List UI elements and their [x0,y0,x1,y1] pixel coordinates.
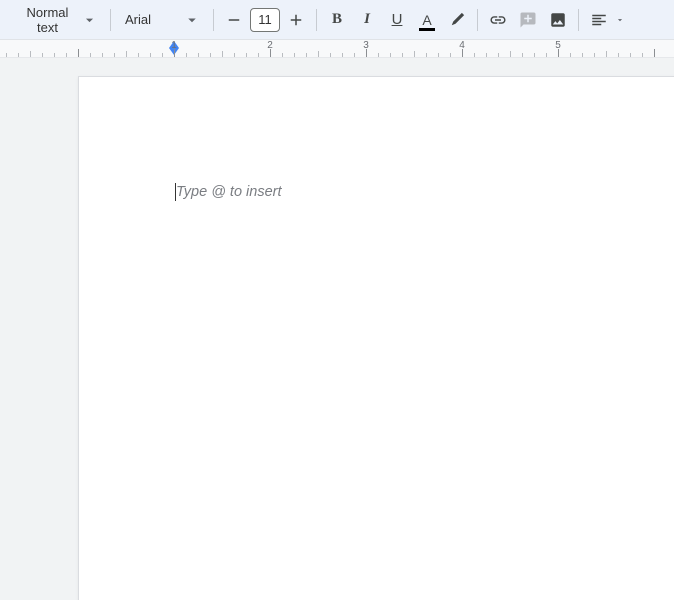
ruler-tick [294,53,295,57]
ruler-label: 4 [459,40,465,51]
font-family-dropdown[interactable]: Arial [117,6,207,34]
font-size-input[interactable] [250,8,280,32]
add-comment-button[interactable] [514,6,542,34]
document-workspace: Type @ to insert [0,58,674,600]
ruler-tick [438,53,439,57]
ruler-tick [510,51,511,57]
ruler-tick [18,53,19,57]
document-page[interactable]: Type @ to insert [78,76,674,600]
ruler-tick [186,53,187,57]
bold-button[interactable]: B [323,6,351,34]
ruler-tick [126,51,127,57]
ruler-tick [426,53,427,57]
link-icon [489,11,507,29]
ruler-tick [618,53,619,57]
ruler-tick [630,53,631,57]
ruler-tick [246,53,247,57]
italic-button[interactable]: I [353,6,381,34]
ruler-tick [498,53,499,57]
toolbar-separator [110,9,111,31]
ruler-tick [474,53,475,57]
paragraph-style-label: Normal text [16,5,79,35]
image-icon [549,11,567,29]
ruler-label: 3 [363,40,369,51]
decrease-font-size-button[interactable] [220,6,248,34]
ruler-tick [150,53,151,57]
ruler-tick [654,49,655,57]
ruler-tick [342,53,343,57]
ruler-label: 5 [555,40,561,51]
align-left-icon [590,11,608,29]
toolbar-separator [477,9,478,31]
ruler-tick [402,53,403,57]
ruler-tick [390,53,391,57]
ruler-tick [114,53,115,57]
ruler-label: 2 [267,40,273,51]
ruler-tick [222,51,223,57]
text-color-swatch [419,28,435,31]
ruler-tick [90,53,91,57]
ruler-tick [546,53,547,57]
insert-link-button[interactable] [484,6,512,34]
horizontal-ruler[interactable]: 112345 [0,40,674,58]
paragraph-style-dropdown[interactable]: Normal text [8,6,104,34]
ruler-tick [54,53,55,57]
placeholder-text: Type @ to insert [176,184,282,200]
comment-plus-icon [519,11,537,29]
plus-icon [287,11,305,29]
toolbar-separator [213,9,214,31]
document-body[interactable]: Type @ to insert [175,183,674,201]
ruler-tick [594,53,595,57]
ruler-label: 1 [171,40,177,51]
ruler-tick [354,53,355,57]
ruler-tick [30,51,31,57]
ruler-tick [138,53,139,57]
ruler-tick [522,53,523,57]
ruler-tick [306,53,307,57]
chevron-down-icon [615,15,625,25]
ruler-tick [486,53,487,57]
highlighter-icon [448,11,466,29]
ruler-tick [570,53,571,57]
ruler-track: 112345 [78,40,674,57]
ruler-tick [258,53,259,57]
ruler-tick [282,53,283,57]
ruler-tick [6,53,7,57]
highlight-color-button[interactable] [443,6,471,34]
font-size-group [220,6,310,34]
ruler-tick [234,53,235,57]
ruler-tick [102,53,103,57]
ruler-tick [318,51,319,57]
font-family-label: Arial [125,12,151,27]
ruler-tick [582,53,583,57]
toolbar-separator [316,9,317,31]
ruler-tick [66,53,67,57]
toolbar-separator [578,9,579,31]
ruler-tick [42,53,43,57]
text-color-button[interactable]: A [413,6,441,34]
insert-image-button[interactable] [544,6,572,34]
text-color-icon: A [422,12,431,28]
ruler-tick [198,53,199,57]
ruler-tick [414,51,415,57]
align-dropdown[interactable] [585,6,625,34]
ruler-tick [606,51,607,57]
ruler-tick [378,53,379,57]
ruler-tick [450,53,451,57]
chevron-down-icon [81,11,98,29]
ruler-tick [162,53,163,57]
chevron-down-icon [183,11,201,29]
ruler-tick [210,53,211,57]
formatting-toolbar: Normal text Arial B I U A [0,0,674,40]
ruler-tick [330,53,331,57]
ruler-tick [534,53,535,57]
minus-icon [225,11,243,29]
increase-font-size-button[interactable] [282,6,310,34]
underline-button[interactable]: U [383,6,411,34]
ruler-tick [78,49,79,57]
ruler-tick [642,53,643,57]
align-button[interactable] [585,6,613,34]
